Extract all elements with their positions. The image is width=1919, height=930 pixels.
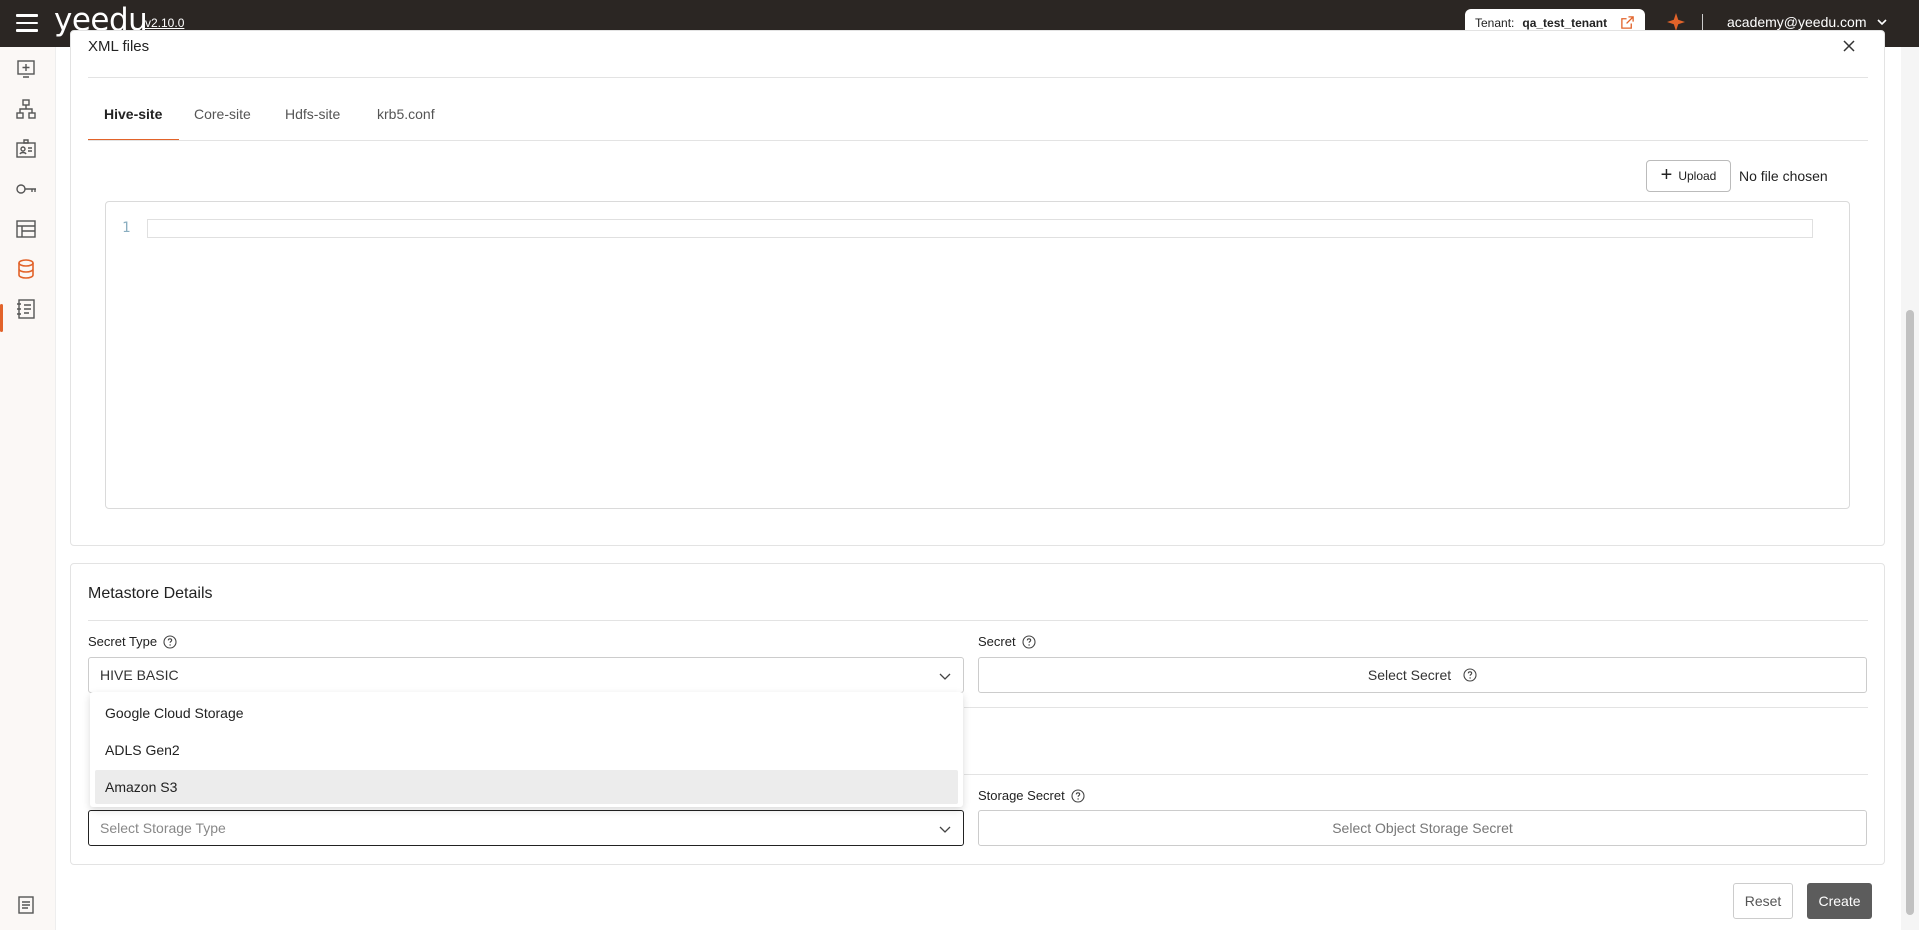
menu-icon[interactable]	[16, 14, 38, 32]
storage-type-select[interactable]: Select Storage Type	[88, 810, 964, 846]
help-icon[interactable]	[1071, 788, 1085, 803]
tabs-divider	[88, 140, 1868, 141]
secret-label-group: Secret	[978, 634, 1036, 649]
help-icon[interactable]	[1463, 668, 1477, 682]
sparkle-icon[interactable]	[1666, 12, 1686, 32]
page-scrollbar[interactable]	[1901, 47, 1919, 930]
tenant-label: Tenant:	[1475, 16, 1515, 30]
secret-type-value: HIVE BASIC	[100, 667, 179, 683]
chevron-down-icon	[939, 673, 951, 680]
metastore-title: Metastore Details	[88, 585, 213, 602]
notebook-icon[interactable]	[14, 297, 38, 321]
plus-icon: +	[1660, 164, 1673, 186]
tab-krb5-conf[interactable]: krb5.conf	[377, 106, 435, 122]
upload-button[interactable]: + Upload	[1646, 160, 1731, 192]
add-screen-icon[interactable]	[14, 57, 38, 81]
select-secret-button[interactable]: Select Secret	[978, 657, 1867, 693]
editor-active-line[interactable]	[147, 219, 1813, 238]
tab-hdfs-site[interactable]: Hdfs-site	[285, 106, 340, 122]
metastore-divider	[88, 620, 1868, 621]
header-divider	[1702, 14, 1703, 31]
option-google-cloud-storage[interactable]: Google Cloud Storage	[90, 696, 963, 730]
secret-label: Secret	[978, 634, 1016, 649]
no-file-text: No file chosen	[1739, 168, 1828, 184]
xml-divider	[88, 77, 1868, 78]
secret-type-select[interactable]: HIVE BASIC	[88, 657, 964, 693]
storage-divider-bottom	[964, 774, 1868, 775]
version-link[interactable]: v2.10.0	[145, 16, 184, 30]
user-email[interactable]: academy@yeedu.com	[1727, 14, 1867, 30]
xml-files-title: XML files	[88, 38, 150, 55]
chevron-down-icon	[939, 826, 951, 833]
help-icon[interactable]	[163, 634, 177, 649]
storage-divider-top	[964, 707, 1868, 708]
help-icon[interactable]	[1022, 634, 1036, 649]
external-link-icon[interactable]	[1620, 15, 1635, 30]
document-icon[interactable]	[14, 893, 38, 917]
select-secret-label: Select Secret	[1367, 667, 1452, 683]
reset-button[interactable]: Reset	[1733, 883, 1793, 919]
database-icon[interactable]	[14, 257, 38, 281]
chevron-down-icon[interactable]	[1876, 16, 1888, 28]
sidebar	[0, 47, 56, 930]
storage-type-placeholder: Select Storage Type	[100, 820, 226, 836]
sidebar-active-indicator	[0, 304, 3, 332]
tenant-name: qa_test_tenant	[1522, 16, 1608, 30]
id-card-icon[interactable]	[14, 137, 38, 161]
option-amazon-s3[interactable]: Amazon S3	[95, 770, 958, 804]
select-object-storage-secret-label: Select Object Storage Secret	[1332, 820, 1513, 836]
scrollbar-thumb[interactable]	[1906, 310, 1914, 915]
secret-type-label: Secret Type	[88, 634, 158, 649]
line-number: 1	[122, 220, 131, 236]
key-icon[interactable]	[14, 177, 38, 201]
upload-label: Upload	[1678, 169, 1717, 183]
workspace-icon[interactable]	[14, 217, 38, 241]
close-icon[interactable]	[1842, 39, 1856, 53]
option-adls-gen2[interactable]: ADLS Gen2	[90, 733, 963, 767]
select-object-storage-secret-button[interactable]: Select Object Storage Secret	[978, 810, 1867, 846]
storage-secret-label-group: Storage Secret	[978, 788, 1085, 803]
storage-secret-label: Storage Secret	[978, 788, 1065, 803]
tab-hive-site[interactable]: Hive-site	[104, 106, 162, 122]
create-button[interactable]: Create	[1807, 883, 1872, 919]
secret-type-label-group: Secret Type	[88, 634, 177, 649]
tab-core-site[interactable]: Core-site	[194, 106, 251, 122]
code-editor[interactable]	[105, 201, 1850, 509]
hierarchy-icon[interactable]	[14, 97, 38, 121]
storage-type-dropdown: Google Cloud Storage ADLS Gen2 Amazon S3	[90, 692, 963, 807]
